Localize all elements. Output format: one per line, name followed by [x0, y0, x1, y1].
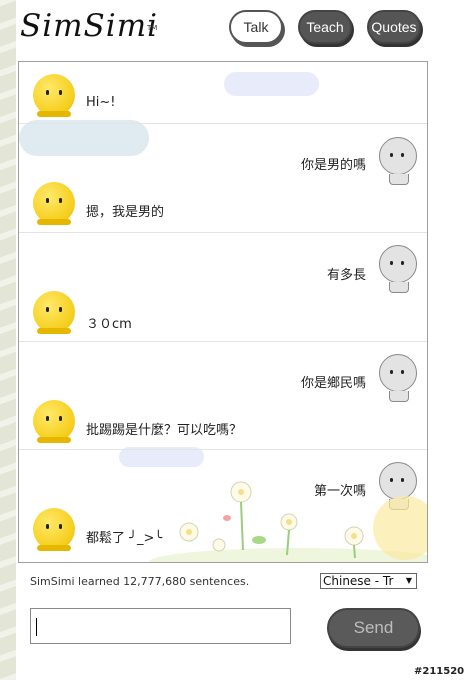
teach-button[interactable]: Teach: [298, 10, 352, 44]
simsimi-avatar-icon: [33, 400, 75, 443]
simsimi-avatar-icon: [33, 74, 75, 117]
simsimi-message: 都鬆了 ╯_>╰: [86, 531, 163, 546]
quotes-button[interactable]: Quotes: [367, 10, 421, 44]
user-avatar-icon: [379, 245, 417, 293]
simsimi-message: 批踢踢是什麼？可以吃嗎？: [86, 423, 243, 438]
simsimi-avatar-icon: [33, 291, 75, 334]
send-button[interactable]: Send: [327, 608, 420, 648]
language-select[interactable]: Chinese - Tr ▼: [320, 573, 417, 589]
simsimi-avatar-icon: [33, 182, 75, 225]
message-divider: [19, 123, 427, 124]
message-divider: [19, 232, 427, 233]
learned-count-text: SimSimi learned 12,777,680 sentences.: [30, 575, 250, 588]
talk-button[interactable]: Talk: [229, 10, 283, 44]
user-message: 有多長: [326, 268, 366, 283]
simsimi-message: Hi~!: [86, 95, 116, 110]
chevron-down-icon[interactable]: ▼: [401, 574, 416, 588]
message-divider: [19, 449, 427, 450]
simsimi-message: 摁，我是男的: [86, 205, 165, 220]
watermark: #211520: [414, 666, 465, 677]
user-message: 你是鄉民嗎: [300, 376, 366, 391]
user-message: 你是男的嗎: [300, 158, 366, 173]
flower-decoration: [149, 481, 427, 562]
message-input[interactable]: [30, 608, 291, 644]
text-caret: [36, 618, 37, 636]
cloud-decoration: [119, 447, 204, 467]
message-divider: [19, 341, 427, 342]
logo: SimSimi: [20, 8, 159, 44]
left-decoration: [0, 0, 16, 680]
simsimi-avatar-icon: [33, 508, 75, 551]
chat-window[interactable]: Hi~! 你是男的嗎 摁，我是男的 有多長 ３０cm 你是鄉民嗎 批踢踢是什麼？…: [18, 61, 428, 563]
user-avatar-icon: [379, 137, 417, 185]
cloud-decoration: [19, 120, 149, 156]
user-avatar-icon: [379, 354, 417, 402]
language-selected: Chinese - Tr: [323, 574, 394, 588]
simsimi-message: ３０cm: [86, 317, 132, 332]
trademark: TM: [147, 24, 158, 32]
cloud-decoration: [224, 72, 319, 96]
